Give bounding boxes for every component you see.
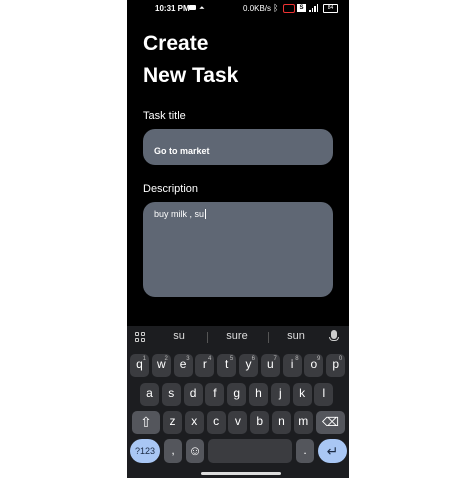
key-char: j (278, 386, 282, 400)
key-char: s (168, 386, 175, 400)
enter-key[interactable]: ↵ (318, 439, 347, 463)
key-char: v (234, 414, 241, 428)
key-number-hint: 1 (142, 356, 146, 362)
key-number-hint: 5 (229, 356, 234, 362)
key-char: k (299, 386, 306, 400)
suggestion-3[interactable]: sun (271, 330, 321, 342)
shift-key[interactable]: ⇧ (132, 411, 160, 434)
period-key[interactable]: . (296, 439, 314, 463)
space-key[interactable] (208, 439, 292, 463)
suggestion-2[interactable]: sure (212, 330, 262, 342)
key-number-hint: 0 (338, 356, 343, 362)
description-value: buy milk , su (154, 209, 205, 219)
key-m[interactable]: m (293, 411, 313, 434)
page-title-line1: Create (143, 32, 209, 55)
home-indicator[interactable] (201, 472, 281, 475)
key-char: z (169, 414, 176, 428)
key-char: o (310, 357, 318, 371)
key-a[interactable]: a (140, 383, 159, 406)
key-g[interactable]: g (227, 383, 247, 406)
key-k[interactable]: k (292, 383, 312, 406)
key-char: t (225, 357, 229, 371)
key-h[interactable]: h (249, 383, 268, 406)
task-title-label: Task title (143, 110, 186, 122)
key-l[interactable]: l (314, 383, 334, 406)
key-number-hint: 9 (317, 356, 321, 362)
symbols-key[interactable]: ?123 (130, 439, 160, 463)
key-c[interactable]: c (206, 411, 226, 434)
text-cursor (205, 209, 207, 219)
description-label: Description (143, 183, 199, 195)
key-char: d (189, 386, 197, 400)
status-time: 10:31 PM (155, 4, 190, 13)
key-number-hint: 8 (295, 356, 299, 362)
suggestion-bar: su sure sun (127, 326, 349, 348)
battery-icon: 84 (323, 4, 338, 13)
microphone-icon[interactable] (329, 330, 339, 341)
key-number-hint: 7 (273, 356, 277, 362)
page-title: Create New Task (143, 28, 333, 92)
key-char: p (332, 357, 340, 371)
key-x[interactable]: x (184, 411, 204, 434)
comma-key[interactable]: , (164, 439, 182, 463)
key-p[interactable]: 0p (326, 354, 346, 377)
signal-icon (309, 4, 318, 12)
key-number-hint: 6 (251, 356, 255, 362)
key-char: q (136, 357, 143, 371)
suggestion-divider (207, 332, 208, 343)
network-speed: 0.0KB/s (243, 4, 272, 13)
key-number-hint: 3 (186, 356, 190, 362)
keyboard-menu-icon[interactable] (135, 332, 145, 342)
key-char: x (191, 414, 198, 428)
key-y[interactable]: 6y (239, 354, 258, 377)
backspace-key[interactable]: ⌫ (316, 411, 345, 434)
key-char: f (213, 386, 217, 400)
key-u[interactable]: 7u (260, 354, 280, 377)
key-char: l (322, 386, 326, 400)
key-b[interactable]: b (250, 411, 270, 434)
key-z[interactable]: z (163, 411, 182, 434)
key-w[interactable]: 2w (151, 354, 171, 377)
phone-screen: 10:31 PM ⏶ 0.0KB/s ᛒ Ѕ 84 Create New Tas… (127, 0, 349, 478)
key-f[interactable]: f (205, 383, 225, 406)
notification-icon: ⏶ (199, 5, 205, 12)
task-title-value: Go to market (154, 146, 210, 156)
key-char: c (213, 414, 220, 428)
suggestion-1[interactable]: su (154, 330, 204, 342)
video-camera-icon (189, 5, 196, 10)
key-number-hint: 2 (164, 356, 168, 362)
description-input[interactable]: buy milk , su (143, 202, 333, 297)
soft-keyboard: su sure sun 1q2w3e4r5t6y7u8i9o0p asdfghj… (127, 326, 349, 478)
page-title-line2: New Task (143, 64, 239, 87)
key-n[interactable]: n (272, 411, 291, 434)
key-char: y (245, 357, 252, 371)
key-char: b (256, 414, 264, 428)
key-d[interactable]: d (183, 383, 203, 406)
key-r[interactable]: 4r (195, 354, 215, 377)
key-s[interactable]: s (161, 383, 181, 406)
sim-icon: Ѕ (297, 4, 306, 12)
suggestion-divider (268, 332, 269, 343)
key-v[interactable]: v (228, 411, 248, 434)
bluetooth-icon: ᛒ (273, 3, 279, 13)
key-j[interactable]: j (270, 383, 290, 406)
key-q[interactable]: 1q (130, 354, 149, 377)
key-number-hint: 4 (208, 356, 212, 362)
key-char: g (233, 386, 241, 400)
vibrate-icon (283, 4, 295, 13)
key-o[interactable]: 9o (304, 354, 324, 377)
emoji-key[interactable]: ☺ (186, 439, 204, 463)
key-t[interactable]: 5t (217, 354, 237, 377)
key-char: r (202, 357, 207, 371)
key-char: m (298, 414, 309, 428)
status-bar: 10:31 PM ⏶ 0.0KB/s ᛒ Ѕ 84 (127, 0, 349, 18)
key-char: n (278, 414, 285, 428)
key-e[interactable]: 3e (173, 354, 193, 377)
key-char: h (255, 386, 262, 400)
key-i[interactable]: 8i (282, 354, 302, 377)
key-char: a (146, 386, 153, 400)
task-title-input[interactable]: Go to market (143, 129, 333, 165)
